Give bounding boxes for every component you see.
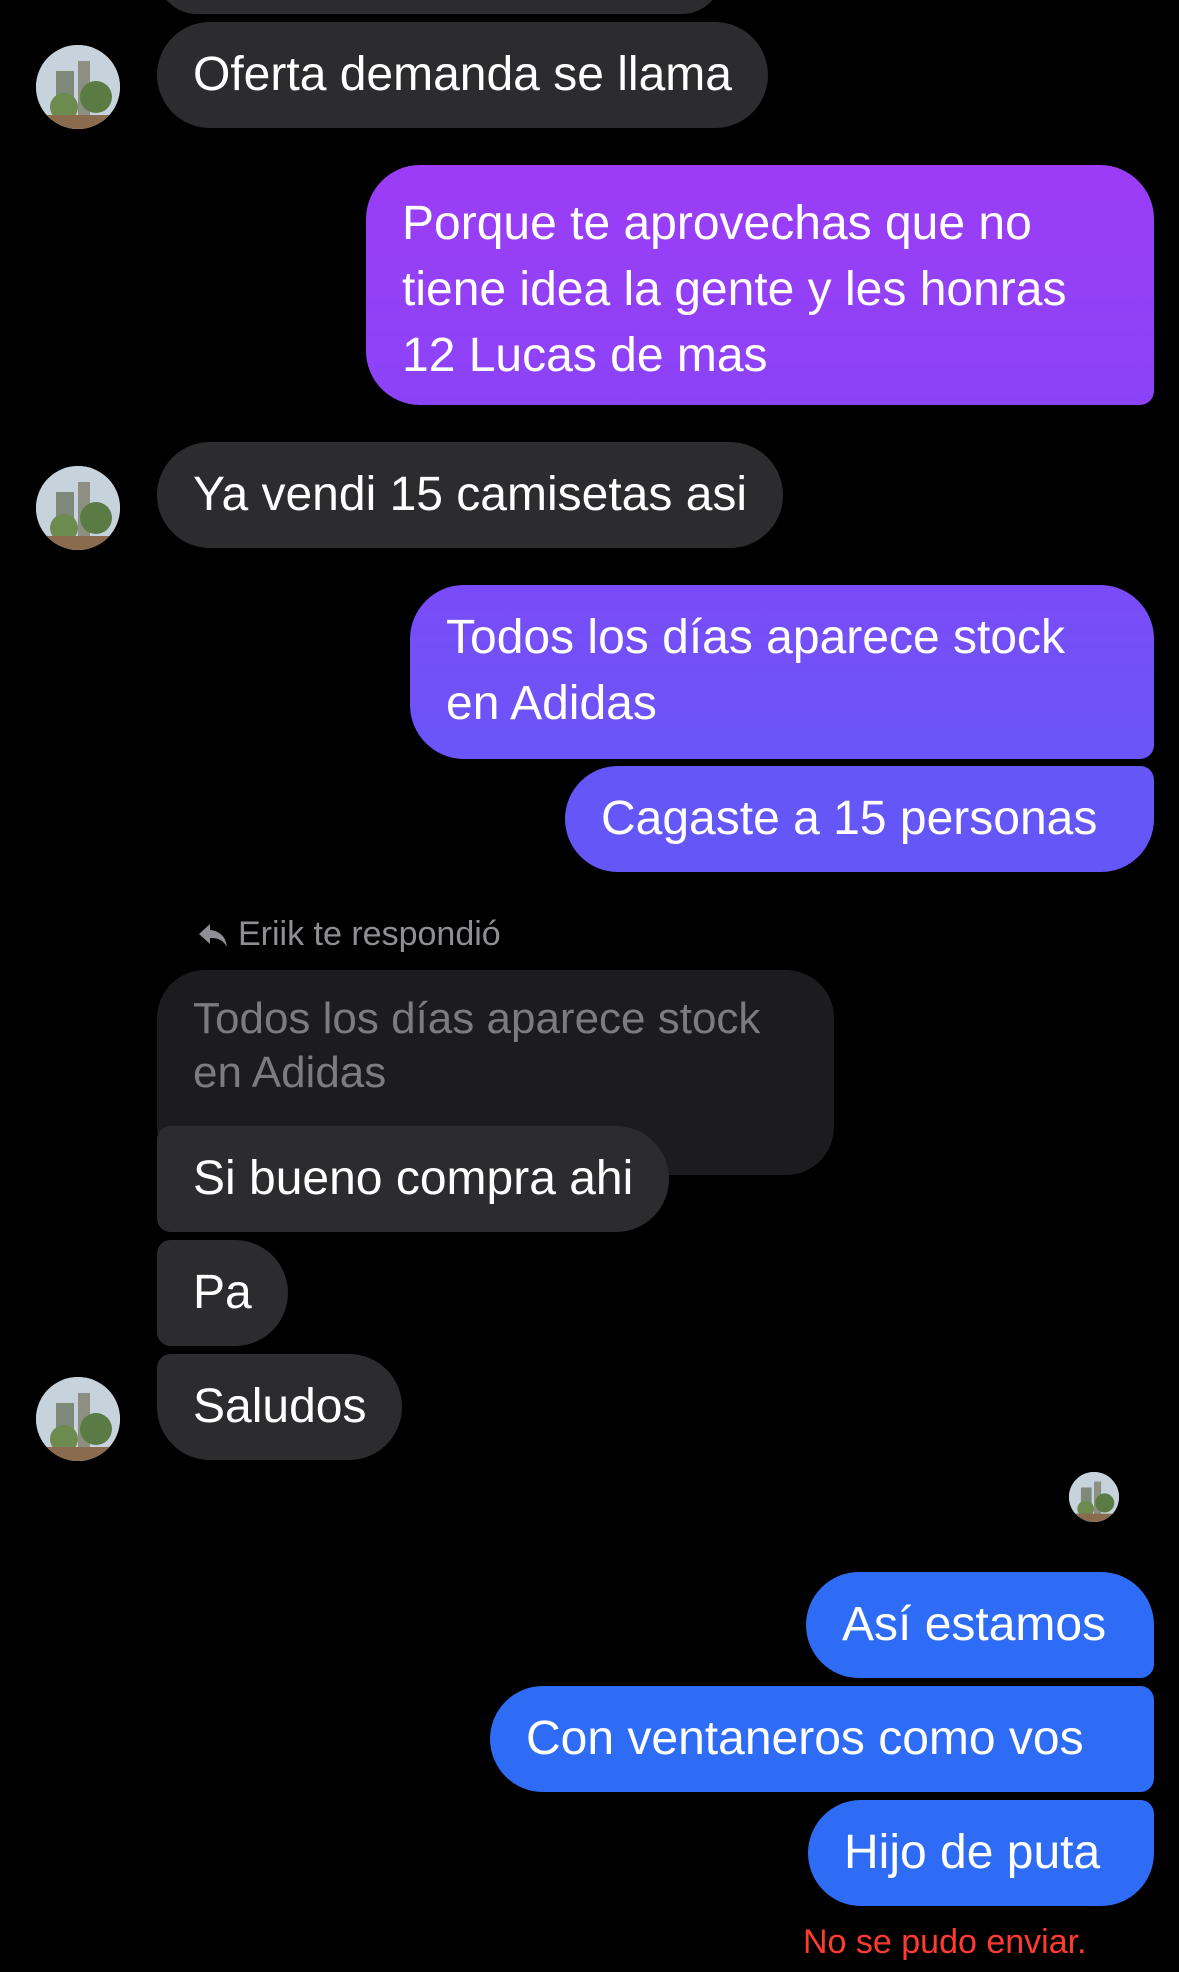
outgoing-message[interactable]: Porque te aprovechas que no tiene idea l…	[366, 165, 1154, 405]
message-bubble-partial[interactable]	[157, 0, 722, 14]
quoted-line: Todos los días aparece stock	[193, 994, 761, 1043]
message-line: Todos los días aparece stock	[446, 611, 1066, 664]
avatar-icon[interactable]	[36, 466, 120, 550]
outgoing-message[interactable]: Cagaste a 15 personas	[565, 766, 1154, 872]
reply-label: Eriik te respondió	[196, 914, 501, 954]
message-line: tiene idea la gente y les honras	[402, 263, 1067, 316]
read-receipt-avatar-icon	[1069, 1472, 1119, 1522]
chat-thread[interactable]: Oferta demanda se llama Porque te aprove…	[0, 0, 1179, 1972]
incoming-message[interactable]: Saludos	[157, 1354, 403, 1460]
incoming-message[interactable]: Si bueno compra ahi	[157, 1126, 670, 1232]
avatar-icon[interactable]	[36, 1377, 120, 1461]
message-line: 12 Lucas de mas	[402, 329, 768, 382]
incoming-message[interactable]: Ya vendi 15 camisetas asi	[157, 442, 784, 548]
outgoing-message[interactable]: Con ventaneros como vos	[490, 1686, 1154, 1792]
reply-label-text: Eriik te respondió	[238, 915, 501, 953]
incoming-message[interactable]: Oferta demanda se llama	[157, 22, 768, 128]
outgoing-message[interactable]: Hijo de puta	[808, 1800, 1154, 1906]
message-line: en Adidas	[446, 677, 657, 730]
reply-arrow-icon	[196, 919, 230, 949]
message-line: Porque te aprovechas que no	[402, 197, 1032, 250]
outgoing-message[interactable]: Todos los días aparece stock en Adidas	[410, 585, 1154, 759]
avatar-icon[interactable]	[36, 45, 120, 129]
incoming-message[interactable]: Pa	[157, 1240, 288, 1346]
send-error-text[interactable]: No se pudo enviar.	[803, 1922, 1087, 1962]
quoted-line: en Adidas	[193, 1048, 387, 1097]
outgoing-message[interactable]: Así estamos	[806, 1572, 1154, 1678]
